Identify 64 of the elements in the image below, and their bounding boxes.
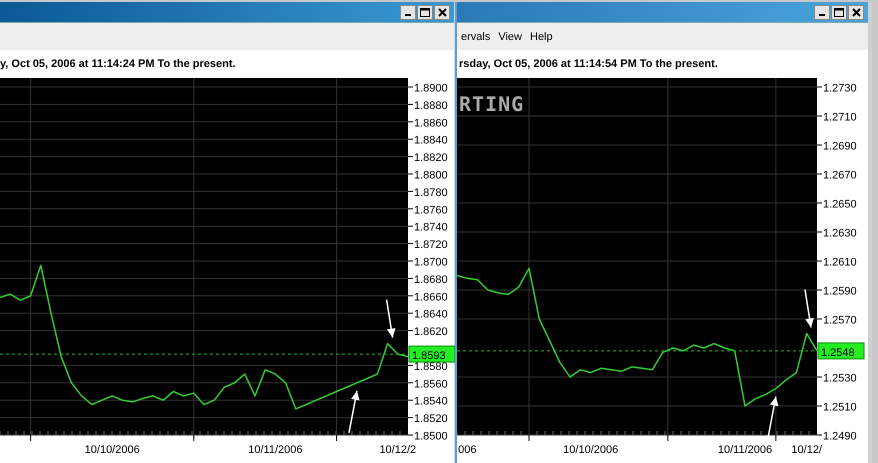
axis-label: 1.8760 [414,204,448,216]
close-icon [852,8,860,16]
axis-label: 1.8860 [414,117,448,130]
axis-label: 1.8720 [414,239,448,252]
ref-line-label: 1.8593 [412,350,446,362]
axis-label: 1.2590 [823,286,857,298]
minimize-icon [819,14,825,16]
date-label: 10/12/ [791,444,822,456]
arrow-icon [804,289,814,328]
axis-label: 1.8540 [414,396,448,408]
axis-label: 1.8640 [414,308,448,321]
menu-item[interactable]: Help [528,30,559,42]
minimize-icon [405,14,411,16]
date-label: 10/10/2006 [563,444,618,456]
maximize-button[interactable] [417,4,433,20]
date-label: 10/12/2 [379,444,416,456]
axis-label: 1.8500 [414,430,448,442]
arrow-icon [386,300,396,338]
axis-label: 1.8680 [414,274,448,286]
arrow-icon [348,390,360,433]
axis-label: 1.8620 [414,326,448,338]
minimize-button[interactable] [400,4,416,20]
maximize-button[interactable] [831,4,847,20]
menu-item[interactable]: ervals [459,30,496,42]
axis-label: 1.2670 [823,170,857,182]
axis-label: 1.2490 [823,430,857,442]
axis-label: 1.2650 [823,198,857,210]
price-badge: 1.2548 [818,342,864,360]
axis-label: 1.8800 [414,170,448,182]
axis-label: 1.8880 [414,100,448,112]
maximize-icon [420,8,430,16]
axis-label: 1.8780 [414,186,448,199]
date-label: 10/11/2006 [248,444,303,456]
date-range-text: y, Oct 05, 2006 at 11:14:24 PM To the present. [0,58,236,70]
axis-label: 1.8660 [414,291,448,304]
axis-label: 1.8520 [414,413,448,426]
minimize-button[interactable] [814,4,830,20]
axis-label: 1.2610 [823,256,857,268]
axis-label: 1.8700 [414,256,448,268]
axis-label: 1.2710 [823,112,857,124]
axis-label: 1.2570 [823,314,857,326]
menu-item[interactable]: View [496,30,528,42]
close-icon [438,8,446,16]
axis-label: 1.2530 [823,372,857,384]
axis-label: 1.8820 [414,152,448,164]
ref-line-label: 1.2548 [821,346,855,359]
close-button[interactable] [434,4,450,20]
axis-label: 1.8560 [414,378,448,390]
date-label: 10/11/2006 [718,444,772,456]
price-badge: 1.8593 [408,346,455,363]
close-button[interactable] [848,4,864,20]
date-label: 006 [458,444,476,456]
date-range-text: rsday, Oct 05, 2006 at 11:14:54 PM To the present. [459,58,718,70]
date-label: 10/10/2006 [84,444,140,456]
axis-label: 1.8740 [414,222,448,234]
axis-label: 1.2730 [823,82,857,94]
maximize-icon [834,8,844,16]
axis-label: 1.2690 [823,140,857,152]
axis-label: 1.2510 [823,402,857,414]
axis-label: 1.8900 [414,82,448,94]
axis-label: 1.8840 [414,134,448,147]
logo-text: RTING [459,92,524,116]
axis-label: 1.8580 [414,360,448,373]
axis-label: 1.2630 [823,228,857,240]
